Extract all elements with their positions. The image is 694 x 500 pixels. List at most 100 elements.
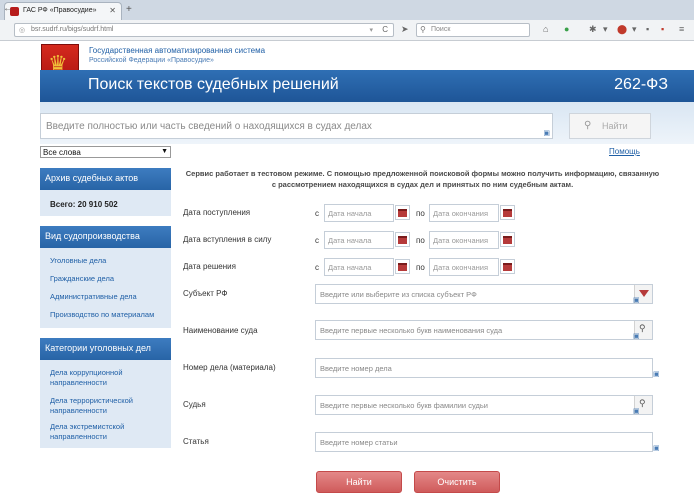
clear-button[interactable]: Очистить [414, 471, 500, 493]
service-notice: Сервис работает в тестовом режиме. С пом… [185, 169, 660, 189]
sidebar-item-extremism[interactable]: Дела экстремистской направленности [50, 422, 124, 442]
judge-input[interactable]: Введите первые несколько букв фамилии су… [315, 395, 653, 415]
browser-tab[interactable]: ГАС РФ «Правосудие» ✕ [4, 2, 122, 20]
find-button[interactable]: Найти [316, 471, 402, 493]
calendar-glyph [398, 236, 407, 244]
sidebar-item-civil[interactable]: Гражданские дела [50, 274, 114, 284]
search-button[interactable]: ⚲ Найти [569, 113, 651, 139]
new-tab-button[interactable]: + [126, 4, 132, 15]
page-title: Поиск текстов судебных решений [88, 76, 339, 93]
main-search-input[interactable]: Введите полностью или часть сведений о н… [40, 113, 553, 139]
criminal-categories-header[interactable]: Категории уголовных дел [40, 338, 171, 360]
adblock-icon[interactable]: ⬤ [617, 24, 627, 35]
date-decision-end[interactable]: Дата окончания [429, 258, 499, 276]
court-label: Наименование суда [183, 326, 258, 335]
extension-icon-2[interactable]: ▪ [646, 24, 649, 34]
archive-panel: Всего: 20 910 502 [40, 190, 171, 216]
article-placeholder: Введите номер статьи [320, 438, 398, 447]
calendar-icon[interactable] [395, 259, 410, 274]
globe-icon: ◎ [19, 27, 26, 34]
extension-green-icon[interactable]: ● [564, 24, 569, 34]
keyboard-icon[interactable]: ▣ [653, 444, 660, 452]
calendar-glyph [503, 209, 512, 217]
sidebar-item-corruption[interactable]: Дела коррупционной направленности [50, 368, 123, 388]
date-received-end[interactable]: Дата окончания [429, 204, 499, 222]
dropdown-icon[interactable]: ▾ [369, 26, 373, 34]
triangle-down-icon [639, 290, 649, 297]
keyboard-icon[interactable]: ▣ [543, 129, 550, 137]
search-icon: ⚲ [639, 398, 646, 408]
keyboard-icon[interactable]: ▣ [653, 370, 660, 378]
sidebar-item-criminal[interactable]: Уголовные дела [50, 256, 106, 266]
subject-placeholder: Введите или выберите из списка субъект Р… [320, 290, 477, 299]
date-received-start[interactable]: Дата начала [324, 204, 394, 222]
dropdown-icon[interactable]: ▾ [632, 24, 637, 35]
archive-total: Всего: 20 910 502 [50, 200, 118, 209]
url-text: bsr.sudrf.ru/bigs/sudrf.html [31, 26, 114, 33]
placeholder: Дата окончания [433, 209, 489, 218]
calendar-icon[interactable] [500, 232, 515, 247]
send-icon[interactable]: ➤ [401, 24, 409, 35]
archive-title: Архив судебных актов [45, 173, 139, 183]
sidebar-item-materials[interactable]: Производство по материалам [50, 310, 154, 320]
article-input[interactable]: Введите номер статьи [315, 432, 653, 452]
calendar-icon[interactable] [395, 205, 410, 220]
date-effective-start[interactable]: Дата начала [324, 231, 394, 249]
scope-value: Все слова [43, 148, 81, 157]
search-scope-select[interactable]: Все слова ▼ [40, 146, 171, 158]
address-bar[interactable]: ◎ bsr.sudrf.ru/bigs/sudrf.html ▾ C [14, 23, 394, 37]
keyboard-icon[interactable]: ▣ [633, 407, 640, 415]
search-icon: ⚲ [420, 25, 426, 34]
placeholder: Дата окончания [433, 263, 489, 272]
menu-dropdown-icon[interactable]: ▾ [603, 24, 608, 35]
subject-input[interactable]: Введите или выберите из списка субъект Р… [315, 284, 653, 304]
item-line: Дела коррупционной [50, 368, 123, 377]
home-icon[interactable]: ⌂ [543, 24, 548, 34]
reload-icon[interactable]: C [382, 25, 388, 34]
back-icon[interactable]: ← [3, 3, 13, 14]
calendar-icon[interactable] [500, 259, 515, 274]
menu-icon[interactable]: ≡ [679, 24, 684, 34]
main-search-placeholder: Введите полностью или часть сведений о н… [46, 121, 372, 132]
help-link[interactable]: Помощь [609, 147, 640, 156]
item-line: направленности [50, 378, 107, 387]
case-number-placeholder: Введите номер дела [320, 364, 392, 373]
from-label: с [315, 263, 319, 272]
calendar-glyph [398, 209, 407, 217]
criminal-categories-title: Категории уголовных дел [45, 343, 151, 353]
law-label: 262-ФЗ [614, 76, 668, 93]
close-tab-icon[interactable]: ✕ [109, 6, 116, 15]
case-number-input[interactable]: Введите номер дела [315, 358, 653, 378]
title-banner: Поиск текстов судебных решений 262-ФЗ [40, 70, 694, 102]
judge-placeholder: Введите первые несколько букв фамилии су… [320, 401, 488, 410]
system-subname: Российской Федерации «Правосудие» [89, 57, 214, 64]
browser-search[interactable]: ⚲ Поиск [416, 23, 530, 37]
court-placeholder: Введите первые несколько букв наименован… [320, 326, 503, 335]
from-label: с [315, 209, 319, 218]
calendar-icon[interactable] [500, 205, 515, 220]
item-line: направленности [50, 432, 107, 441]
search-button-label: Найти [602, 121, 628, 131]
chevron-down-icon: ▼ [161, 148, 168, 155]
extension-icon[interactable]: ✱ [589, 24, 597, 35]
sidebar-item-administrative[interactable]: Административные дела [50, 292, 137, 302]
sidebar-item-terrorism[interactable]: Дела террористической направленности [50, 396, 133, 416]
calendar-glyph [503, 263, 512, 271]
calendar-icon[interactable] [395, 232, 410, 247]
date-effective-end[interactable]: Дата окончания [429, 231, 499, 249]
proceedings-header[interactable]: Вид судопроизводства [40, 226, 171, 248]
browser-search-placeholder: Поиск [431, 26, 451, 33]
proceedings-title: Вид судопроизводства [45, 231, 140, 241]
extension-icon-3[interactable]: ▪ [661, 24, 664, 34]
date-decision-start[interactable]: Дата начала [324, 258, 394, 276]
calendar-glyph [398, 263, 407, 271]
article-label: Статья [183, 437, 209, 446]
keyboard-icon[interactable]: ▣ [633, 332, 640, 340]
archive-header[interactable]: Архив судебных актов [40, 168, 171, 190]
keyboard-icon[interactable]: ▣ [633, 296, 640, 304]
placeholder: Дата начала [328, 263, 372, 272]
placeholder: Дата окончания [433, 236, 489, 245]
search-icon: ⚲ [639, 323, 646, 333]
placeholder: Дата начала [328, 209, 372, 218]
court-input[interactable]: Введите первые несколько букв наименован… [315, 320, 653, 340]
